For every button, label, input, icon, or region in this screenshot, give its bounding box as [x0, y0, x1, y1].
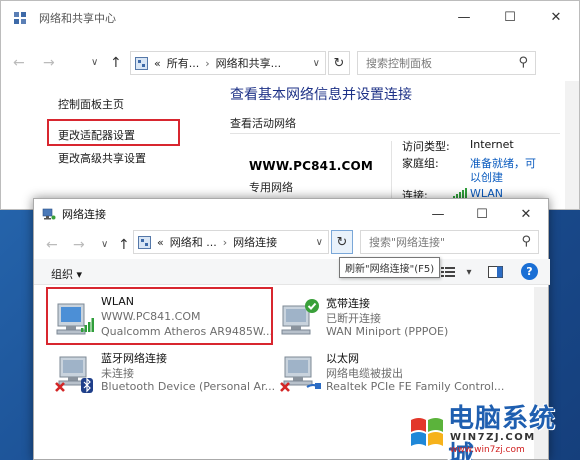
connection-device: Bluetooth Device (Personal Ar... [101, 380, 276, 393]
search-input[interactable]: 搜索控制面板 ⚲ [357, 51, 536, 75]
help-icon[interactable]: ? [521, 263, 538, 280]
connection-name: 以太网 [326, 352, 359, 365]
address-bar-row: ← → ∨ ↑ « 网络和 ... › 网络连接 ∨ ↻ 搜索"网络连接" ⚲ [34, 230, 550, 261]
window-title: 网络和共享中心 [39, 12, 116, 25]
active-networks-label: 查看活动网络 [230, 117, 296, 130]
network-sharing-center-window: 网络和共享中心 — ☐ ✕ ← → ∨ ↑ « 所有... › 网络和共享...… [0, 0, 580, 210]
homegroup-create-link[interactable]: 以创建 [470, 169, 503, 185]
maximize-button[interactable]: ☐ [460, 199, 504, 229]
change-adapter-settings-link[interactable]: 更改适配器设置 [58, 127, 135, 143]
recent-locations-icon[interactable]: ∨ [91, 57, 98, 68]
minimize-button[interactable]: — [416, 199, 460, 229]
connection-name: 蓝牙网络连接 [101, 352, 167, 365]
network-type[interactable]: 专用网络 [249, 179, 293, 195]
ethernet-adapter-icon [280, 356, 321, 392]
address-dropdown-icon[interactable]: ∨ [313, 58, 320, 69]
broadband-connection-icon [281, 299, 319, 335]
access-type-value: Internet [470, 138, 514, 151]
recent-locations-icon[interactable]: ∨ [101, 239, 108, 250]
address-chevron[interactable]: « [157, 236, 164, 249]
refresh-tooltip: 刷新"网络连接"(F5) [339, 257, 441, 278]
connection-item-ethernet[interactable]: 以太网 网络电缆被拔出 Realtek PCIe FE Family Contr… [271, 347, 505, 399]
forward-arrow-icon[interactable]: → [43, 55, 55, 71]
divider [230, 133, 560, 134]
breadcrumb-network-sharing[interactable]: 网络和 ... [170, 234, 217, 250]
connection-status: 网络电缆被拔出 [326, 367, 403, 380]
breadcrumb-network-connections[interactable]: 网络连接 [233, 234, 277, 250]
search-placeholder: 搜索控制面板 [366, 57, 432, 70]
control-panel-home-link[interactable]: 控制面板主页 [58, 96, 124, 112]
scrollbar[interactable] [565, 81, 579, 209]
window-controls: — ☐ ✕ [441, 1, 579, 33]
breadcrumb-all[interactable]: 所有... [167, 55, 200, 71]
connection-device: WAN Miniport (PPPOE) [326, 325, 449, 338]
watermark-url: www.win7zj.com [450, 445, 525, 455]
control-panel-icon [138, 235, 151, 249]
breadcrumb-separator: › [205, 56, 210, 70]
address-dropdown-icon[interactable]: ∨ [316, 237, 323, 248]
search-icon: ⚲ [518, 55, 528, 70]
minimize-button[interactable]: — [441, 1, 487, 33]
network-center-icon [14, 12, 26, 24]
homegroup-label: 家庭组: [402, 157, 439, 170]
bluetooth-network-icon [55, 356, 93, 393]
search-icon: ⚲ [521, 234, 531, 249]
site-watermark: 电脑系统城 WIN7ZJ.COM www.win7zj.com [408, 396, 578, 460]
refresh-button[interactable]: ↻ [328, 51, 350, 75]
address-chevron[interactable]: « [154, 57, 161, 70]
network-connections-icon [42, 208, 56, 220]
advanced-sharing-link[interactable]: 更改高级共享设置 [58, 150, 146, 166]
organize-menu[interactable]: 组织 ▾ [51, 266, 82, 282]
address-box[interactable]: « 网络和 ... › 网络连接 ∨ [133, 230, 329, 254]
page-heading: 查看基本网络信息并设置连接 [230, 87, 412, 103]
preview-pane-icon[interactable] [486, 263, 504, 281]
watermark-subtitle: WIN7ZJ.COM [450, 432, 536, 443]
breadcrumb-separator: › [222, 235, 228, 249]
red-highlight-box [46, 287, 273, 345]
up-arrow-icon[interactable]: ↑ [118, 237, 130, 253]
back-arrow-icon[interactable]: ← [46, 237, 58, 253]
address-box[interactable]: « 所有... › 网络和共享... ∨ [130, 51, 326, 75]
vertical-divider [391, 141, 392, 206]
connection-item-broadband[interactable]: 宽带连接 已断开连接 WAN Miniport (PPPOE) [271, 292, 501, 344]
view-dropdown-icon[interactable]: ▾ [460, 263, 478, 281]
connection-name: 宽带连接 [326, 297, 370, 310]
maximize-button[interactable]: ☐ [487, 1, 533, 33]
close-button[interactable]: ✕ [504, 199, 548, 229]
connection-status: 已断开连接 [326, 312, 381, 325]
close-button[interactable]: ✕ [533, 1, 579, 33]
back-arrow-icon[interactable]: ← [13, 55, 25, 71]
connection-device: Realtek PCIe FE Family Control... [326, 380, 505, 393]
up-arrow-icon[interactable]: ↑ [110, 55, 122, 71]
forward-arrow-icon[interactable]: → [73, 237, 85, 253]
window-controls: — ☐ ✕ [416, 199, 548, 231]
control-panel-icon [135, 56, 148, 70]
address-bar-row: ← → ∨ ↑ « 所有... › 网络和共享... ∨ ↻ 搜索控制面板 ⚲ [1, 49, 580, 79]
view-options-icon[interactable] [439, 263, 457, 281]
search-input[interactable]: 搜索"网络连接" ⚲ [360, 230, 539, 254]
access-type-label: 访问类型: [402, 140, 450, 153]
breadcrumb-network-sharing[interactable]: 网络和共享... [216, 55, 282, 71]
connection-status: 未连接 [101, 367, 134, 380]
refresh-button[interactable]: ↻ [331, 230, 353, 254]
active-network-name: WWW.PC841.COM [249, 159, 374, 173]
command-bar: 组织 ▾ ▾ ? [34, 259, 550, 285]
connection-item-bluetooth[interactable]: 蓝牙网络连接 未连接 Bluetooth Device (Personal Ar… [46, 347, 276, 399]
search-placeholder: 搜索"网络连接" [369, 236, 446, 249]
window-title: 网络连接 [62, 208, 106, 221]
windows-logo-icon [411, 418, 443, 446]
